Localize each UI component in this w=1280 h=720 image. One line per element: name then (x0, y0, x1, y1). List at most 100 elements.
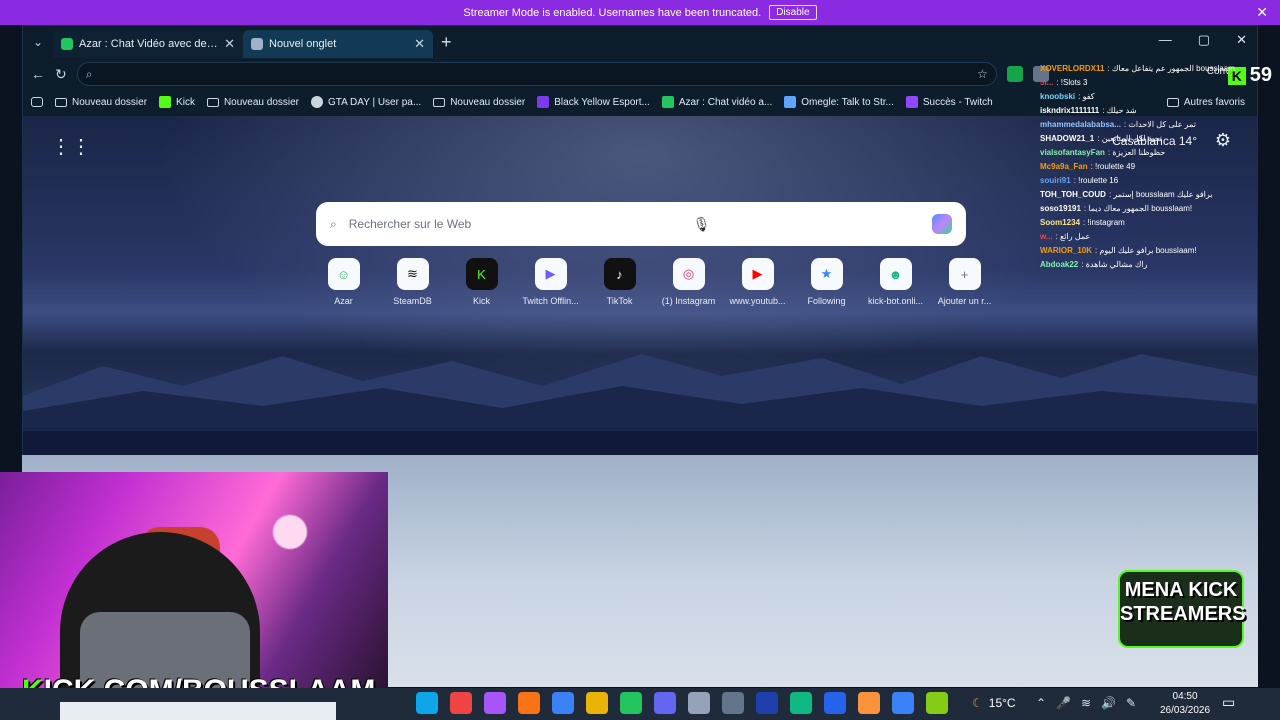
chat-username: Soom1234 (1040, 218, 1081, 227)
bookmark-item[interactable]: Nouveau dossier (206, 96, 299, 108)
disable-streamer-mode-button[interactable]: Disable (769, 5, 817, 20)
shortcut-kick[interactable]: K Kick (454, 258, 509, 306)
chat-message: Abdoak22: راك مشالي شاهدة (1040, 258, 1250, 272)
chat-message: TOH_TOH_COUD: إستمر bousslaam برافو عليك (1040, 188, 1250, 202)
chat-username: TOH_TOH_COUD (1040, 190, 1106, 199)
instagram-icon: ◎ (672, 258, 705, 290)
bookmark-item[interactable]: Black Yellow Esport... (537, 96, 650, 108)
chat-text: : برافو عليك اليوم bousslaam! (1095, 246, 1197, 255)
chat-message: Soom1234: !instagram (1040, 216, 1250, 230)
copilot-icon[interactable] (931, 214, 952, 234)
chevron-up-icon[interactable]: ⌃ (1036, 696, 1046, 710)
bookmark-label: Nouveau dossier (72, 96, 148, 108)
close-window-icon[interactable]: ✕ (1236, 32, 1247, 48)
pen-icon[interactable]: ✎ (1126, 696, 1136, 710)
new-tab-button[interactable]: + (441, 32, 452, 53)
taskbar-clock[interactable]: 04:50 26/03/2026 (1160, 690, 1210, 718)
taskbar-app-icon[interactable] (722, 692, 744, 714)
chat-message: WARIOR_10K: برافو عليك اليوم bousslaam! (1040, 244, 1250, 258)
refresh-button[interactable]: ↻ (55, 66, 67, 83)
tab-actions-menu-icon[interactable]: ⌄ (23, 26, 53, 58)
taskbar-app-icon[interactable] (858, 692, 880, 714)
chat-text: : عمل رائع (1055, 232, 1091, 241)
taskbar-app-icon[interactable] (926, 692, 948, 714)
window-controls: — ▢ ✕ (1159, 32, 1247, 48)
favorite-star-icon[interactable]: ☆ (977, 67, 988, 81)
shortcut-label: www.youtub... (729, 296, 786, 306)
taskbar-app-icon[interactable] (790, 692, 812, 714)
microphone-icon[interactable]: 🎤 (1056, 696, 1071, 710)
weather-taskbar[interactable]: ☾ 15°C (972, 696, 1016, 710)
minimize-icon[interactable]: — (1159, 32, 1172, 48)
shortcut-add[interactable]: + Ajouter un r... (937, 258, 992, 306)
shortcut-youtube[interactable]: ▶ www.youtub... (729, 258, 786, 306)
address-bar[interactable]: ⌕ ☆ (76, 62, 997, 86)
twitch-icon (905, 96, 918, 108)
chat-message: XOVERLORDX11: الجمهور عم يتفاعل معاك bou… (1040, 62, 1250, 76)
kick-icon (159, 96, 172, 108)
shortcut-label: (1) Instagram (661, 296, 716, 306)
shortcut-label: Azar (334, 296, 353, 306)
shortcut-twitch-offline[interactable]: ▶ Twitch Offlin... (522, 258, 579, 306)
bookmark-item[interactable]: Succès - Twitch (905, 96, 993, 108)
chat-text: : شد حيلك (1102, 106, 1137, 115)
close-tab-icon[interactable]: ✕ (224, 36, 235, 52)
bookmark-label: Succès - Twitch (922, 96, 993, 108)
tab-azar[interactable]: Azar : Chat Vidéo avec de nou ✕ (53, 30, 243, 58)
notifications-icon[interactable]: ▭ (1222, 694, 1235, 711)
apps-grid-icon[interactable]: ⋮⋮ (51, 134, 91, 159)
taskbar-app-icon[interactable] (484, 692, 506, 714)
bookmark-label: Black Yellow Esport... (554, 96, 650, 108)
taskbar-app-icon[interactable] (756, 692, 778, 714)
chat-username: SHADOW21_1 (1040, 134, 1095, 143)
chat-message: knoobski: كفو (1040, 90, 1250, 104)
taskbar-app-icon[interactable] (552, 692, 574, 714)
microphone-icon[interactable]: 🎙 (693, 216, 711, 233)
bookmark-item[interactable]: Nouveau dossier (433, 97, 525, 108)
taskbar-app-icon[interactable] (688, 692, 710, 714)
taskbar-app-icon[interactable] (620, 692, 642, 714)
kick-bot-icon: ☻ (879, 258, 912, 290)
chat-username: Abdoak22 (1040, 260, 1079, 269)
bookmark-item[interactable]: Nouveau dossier (55, 97, 147, 108)
chat-overlay: XOVERLORDX11: الجمهور عم يتفاعل معاك bou… (1040, 62, 1250, 272)
shortcut-following[interactable]: ★ Following (799, 258, 854, 306)
shortcut-steamdb[interactable]: ≋ SteamDB (385, 258, 440, 306)
taskbar-app-icon[interactable] (416, 692, 438, 714)
chat-text: : راك مشالي شاهدة (1081, 260, 1148, 269)
kick-icon: K (465, 258, 498, 290)
tab-new-tab[interactable]: Nouvel onglet ✕ (243, 30, 433, 58)
extension-icon[interactable] (1006, 66, 1023, 82)
sidebar-toggle-icon[interactable] (31, 97, 43, 107)
bookmark-item[interactable]: Azar : Chat vidéo a... (661, 96, 772, 108)
shortcut-kick-bot[interactable]: ☻ kick-bot.onli... (868, 258, 923, 306)
bookmark-item[interactable]: Kick (159, 96, 195, 108)
chat-text: : !instagram (1083, 218, 1125, 227)
clock-time: 04:50 (1172, 691, 1198, 702)
taskbar-app-icon[interactable] (518, 692, 540, 714)
taskbar-app-icon[interactable] (654, 692, 676, 714)
close-banner-icon[interactable]: ✕ (1256, 4, 1268, 21)
mena-kick-streamers-badge: MENA KICK STREAMERS (1118, 570, 1246, 648)
maximize-icon[interactable]: ▢ (1198, 32, 1210, 48)
taskbar-app-icon[interactable] (892, 692, 914, 714)
web-search-box[interactable]: ⌕ Rechercher sur le Web 🎙 (316, 202, 966, 246)
taskbar-app-icon[interactable] (450, 692, 472, 714)
wifi-icon[interactable]: ≋ (1081, 696, 1091, 710)
shortcut-label: kick-bot.onli... (867, 296, 924, 306)
bookmark-item[interactable]: Omegle: Talk to Str... (784, 96, 894, 108)
volume-icon[interactable]: 🔊 (1101, 696, 1116, 710)
azar-icon (661, 96, 674, 108)
back-button[interactable]: ← (31, 66, 45, 82)
shortcut-azar[interactable]: ☺ Azar (316, 258, 371, 306)
close-tab-icon[interactable]: ✕ (414, 36, 425, 52)
bookmark-label: Nouveau dossier (450, 96, 526, 108)
taskbar-app-icon[interactable] (824, 692, 846, 714)
bookmark-label: Nouveau dossier (223, 96, 299, 108)
shortcut-instagram[interactable]: ◎ (1) Instagram (661, 258, 716, 306)
shortcut-tiktok[interactable]: ♪ TikTok (592, 258, 647, 306)
bookmark-item[interactable]: GTA DAY | User pa... (311, 96, 421, 108)
taskbar-app-icon[interactable] (586, 692, 608, 714)
chat-username: soso19191 (1040, 204, 1081, 213)
youtube-icon (537, 96, 550, 108)
